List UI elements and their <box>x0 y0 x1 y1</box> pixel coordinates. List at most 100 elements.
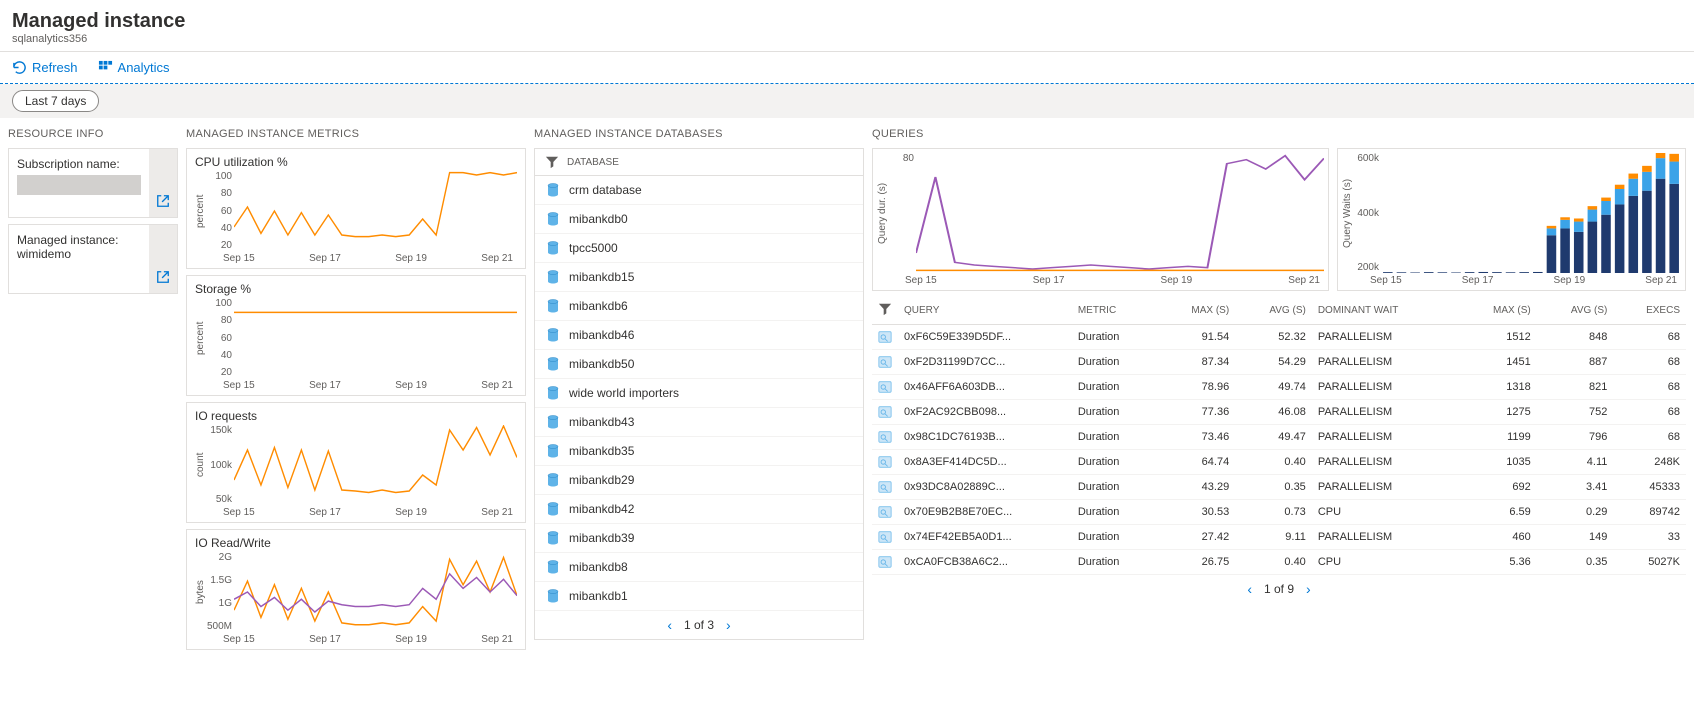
database-name: mibankdb8 <box>569 560 628 574</box>
queries-table: QUERYMETRICMAX (S)AVG (S)DOMINANT WAITMA… <box>872 297 1686 575</box>
column-header[interactable]: AVG (S) <box>1235 297 1312 325</box>
metric-chart[interactable]: IO requestscount150k100k50kSep 15Sep 17S… <box>186 402 526 523</box>
chart-title: Storage % <box>195 282 517 296</box>
query-row[interactable]: 0xF2D31199D7CC...Duration87.3454.29PARAL… <box>872 350 1686 375</box>
subscription-label: Subscription name: <box>17 157 141 171</box>
database-list-header: DATABASE <box>535 149 863 176</box>
database-icon <box>545 501 561 517</box>
database-name: mibankdb46 <box>569 328 634 342</box>
query-duration-chart[interactable]: Query dur. (s) 80 Sep 15 Sep 17 Sep 19 S… <box>872 148 1329 291</box>
metric-chart[interactable]: CPU utilization %percent10080604020Sep 1… <box>186 148 526 269</box>
database-row[interactable]: mibankdb1 <box>535 582 863 611</box>
query-row[interactable]: 0xF2AC92CBB098...Duration77.3646.08PARAL… <box>872 400 1686 425</box>
query-row[interactable]: 0x98C1DC76193B...Duration73.4649.47PARAL… <box>872 425 1686 450</box>
popout-icon[interactable] <box>156 270 170 287</box>
query-row[interactable]: 0x46AFF6A603DB...Duration78.9649.74PARAL… <box>872 375 1686 400</box>
database-icon <box>545 240 561 256</box>
query-duration-ylabel: Query dur. (s) <box>877 153 888 273</box>
database-icon <box>545 269 561 285</box>
column-header[interactable]: AVG (S) <box>1537 297 1614 325</box>
database-name: mibankdb43 <box>569 415 634 429</box>
database-name: mibankdb50 <box>569 357 634 371</box>
column-header[interactable]: EXECS <box>1613 297 1686 325</box>
database-name: mibankdb1 <box>569 589 628 603</box>
database-name: mibankdb35 <box>569 444 634 458</box>
database-icon <box>545 559 561 575</box>
managed-instance-label: Managed instance: <box>17 233 141 247</box>
subscription-tile[interactable]: Subscription name: <box>8 148 178 218</box>
database-row[interactable]: mibankdb0 <box>535 205 863 234</box>
subscription-value-redacted <box>17 175 141 195</box>
query-waits-chart[interactable]: Query Waits (s) 600k 400k 200k Sep 15 Se… <box>1337 148 1686 291</box>
refresh-icon <box>12 60 27 75</box>
database-row[interactable]: mibankdb50 <box>535 350 863 379</box>
pager-prev-button[interactable]: ‹ <box>1247 581 1252 597</box>
database-row[interactable]: mibankdb35 <box>535 437 863 466</box>
managed-instance-tile[interactable]: Managed instance: wimidemo <box>8 224 178 294</box>
refresh-button[interactable]: Refresh <box>12 60 78 75</box>
pager-next-button[interactable]: › <box>726 617 731 633</box>
database-row[interactable]: mibankdb6 <box>535 292 863 321</box>
filter-icon[interactable] <box>545 155 559 169</box>
analytics-button[interactable]: Analytics <box>98 60 170 75</box>
query-row[interactable]: 0x93DC8A02889C...Duration43.290.35PARALL… <box>872 475 1686 500</box>
database-icon <box>545 385 561 401</box>
database-row[interactable]: mibankdb43 <box>535 408 863 437</box>
filter-icon[interactable] <box>878 302 892 316</box>
database-pager: ‹ 1 of 3 › <box>535 611 863 639</box>
query-icon <box>878 405 892 419</box>
section-title-resource: RESOURCE INFO <box>8 128 178 140</box>
chart-title: IO requests <box>195 409 517 423</box>
metric-chart[interactable]: IO Read/Writebytes2G1.5G1G500MSep 15Sep … <box>186 529 526 650</box>
column-header[interactable]: MAX (S) <box>1157 297 1236 325</box>
chart-title: IO Read/Write <box>195 536 517 550</box>
database-row[interactable]: crm database <box>535 176 863 205</box>
page-subtitle: sqlanalytics356 <box>12 33 1682 45</box>
database-row[interactable]: mibankdb29 <box>535 466 863 495</box>
query-icon <box>878 530 892 544</box>
column-header[interactable]: MAX (S) <box>1458 297 1537 325</box>
database-row[interactable]: mibankdb8 <box>535 553 863 582</box>
query-icon <box>878 455 892 469</box>
query-row[interactable]: 0x74EF42EB5A0D1...Duration27.429.11PARAL… <box>872 525 1686 550</box>
metric-chart[interactable]: Storage %percent10080604020Sep 15Sep 17S… <box>186 275 526 396</box>
pager-label: 1 of 3 <box>684 618 714 632</box>
queries-pager: ‹ 1 of 9 › <box>872 575 1686 603</box>
page-title: Managed instance <box>12 10 1682 33</box>
database-row[interactable]: mibankdb42 <box>535 495 863 524</box>
database-name: tpcc5000 <box>569 241 618 255</box>
database-row[interactable]: wide world importers <box>535 379 863 408</box>
database-name: mibankdb29 <box>569 473 634 487</box>
database-icon <box>545 588 561 604</box>
database-name: mibankdb42 <box>569 502 634 516</box>
section-title-queries: QUERIES <box>872 128 1686 140</box>
query-icon <box>878 505 892 519</box>
pager-prev-button[interactable]: ‹ <box>667 617 672 633</box>
pager-next-button[interactable]: › <box>1306 581 1311 597</box>
popout-icon[interactable] <box>156 194 170 211</box>
query-row[interactable]: 0xCA0FCB38A6C2...Duration26.750.40CPU5.3… <box>872 550 1686 575</box>
section-title-metrics: MANAGED INSTANCE METRICS <box>186 128 526 140</box>
query-icon <box>878 330 892 344</box>
pager-label: 1 of 9 <box>1264 582 1294 596</box>
query-row[interactable]: 0x70E9B2B8E70EC...Duration30.530.73CPU6.… <box>872 500 1686 525</box>
timerange-pill[interactable]: Last 7 days <box>12 90 99 112</box>
column-header[interactable]: DOMINANT WAIT <box>1312 297 1458 325</box>
database-name: crm database <box>569 183 642 197</box>
page-header: Managed instance sqlanalytics356 <box>0 0 1694 52</box>
query-row[interactable]: 0xF6C59E339D5DF...Duration91.5452.32PARA… <box>872 325 1686 350</box>
database-icon <box>545 472 561 488</box>
query-row[interactable]: 0x8A3EF414DC5D...Duration64.740.40PARALL… <box>872 450 1686 475</box>
database-row[interactable]: mibankdb15 <box>535 263 863 292</box>
database-icon <box>545 327 561 343</box>
managed-instance-value: wimidemo <box>17 247 141 261</box>
column-header[interactable]: QUERY <box>898 297 1072 325</box>
analytics-icon <box>98 60 113 75</box>
database-row[interactable]: tpcc5000 <box>535 234 863 263</box>
timerange-bar: Last 7 days <box>0 84 1694 118</box>
database-name: mibankdb6 <box>569 299 628 313</box>
database-row[interactable]: mibankdb46 <box>535 321 863 350</box>
column-header[interactable]: METRIC <box>1072 297 1157 325</box>
chart-title: CPU utilization % <box>195 155 517 169</box>
database-row[interactable]: mibankdb39 <box>535 524 863 553</box>
